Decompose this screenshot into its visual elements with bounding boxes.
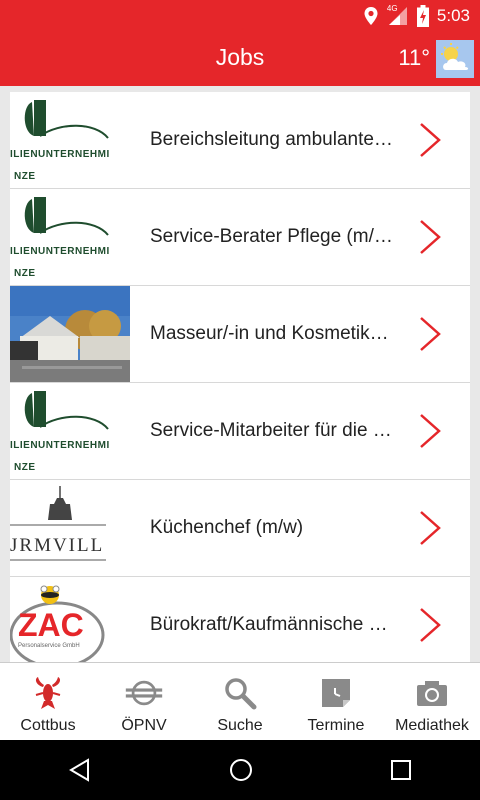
turmvilla-logo: JRMVILL <box>10 480 130 576</box>
crayfish-icon <box>28 675 68 711</box>
nav-label: Termine <box>307 717 365 734</box>
jobs-list[interactable]: ILIENUNTERNEHMI NZE Bereichsleitung ambu… <box>10 92 470 662</box>
camera-icon <box>412 675 452 711</box>
back-icon[interactable] <box>68 758 92 782</box>
nav-label: Mediathek <box>395 717 469 734</box>
network-type: 4G <box>386 4 398 13</box>
battery-icon <box>416 5 429 27</box>
familienunternehmen-logo: ILIENUNTERNEHMI NZE <box>10 92 130 188</box>
recents-icon[interactable] <box>390 759 412 781</box>
chevron-right-icon <box>420 317 441 351</box>
chevron-right-icon <box>420 608 441 642</box>
job-title: Service-Berater Pflege (m/… <box>150 226 393 247</box>
nav-item-cottbus[interactable]: Cottbus <box>0 663 96 740</box>
job-row[interactable]: ZAC Personalservice GmbH Bürokraft/Kaufm… <box>10 577 470 662</box>
nav-label: Cottbus <box>20 717 76 734</box>
nav-item-suche[interactable]: Suche <box>192 663 288 740</box>
app-bar: Jobs 11° <box>0 32 480 86</box>
zac-logo: ZAC Personalservice GmbH <box>10 577 130 662</box>
familienunternehmen-logo: ILIENUNTERNEHMI NZE <box>10 189 130 285</box>
clock: 5:03 <box>436 6 470 25</box>
job-title: Bürokraft/Kaufmännische … <box>150 614 388 635</box>
transit-icon <box>124 675 164 711</box>
chevron-right-icon <box>420 414 441 448</box>
chevron-right-icon <box>420 511 441 545</box>
job-title: Bereichsleitung ambulante… <box>150 129 393 150</box>
job-row[interactable]: ILIENUNTERNEHMI NZE Bereichsleitung ambu… <box>10 92 470 189</box>
home-icon[interactable] <box>229 758 253 782</box>
job-row[interactable]: ILIENUNTERNEHMI NZE Service-Berater Pfle… <box>10 189 470 286</box>
nav-item-termine[interactable]: Termine <box>288 663 384 740</box>
job-title: Masseur/-in und Kosmetik… <box>150 323 389 344</box>
familienunternehmen-logo: ILIENUNTERNEHMI NZE <box>10 383 130 479</box>
calendar-icon <box>316 675 356 711</box>
chevron-right-icon <box>420 220 441 254</box>
nav-item-opnv[interactable]: ÖPNV <box>96 663 192 740</box>
job-title: Service-Mitarbeiter für die … <box>150 420 392 441</box>
nav-label: Suche <box>217 717 263 734</box>
job-title: Küchenchef (m/w) <box>150 517 304 538</box>
temperature: 11° <box>398 45 430 70</box>
signal-icon: 4G <box>386 4 409 26</box>
partly-cloudy-icon[interactable] <box>436 40 474 78</box>
bottom-nav: Cottbus ÖPNV Suche Termine Mediathek <box>0 662 480 740</box>
job-row[interactable]: JRMVILL Küchenchef (m/w) <box>10 480 470 577</box>
nav-item-mediathek[interactable]: Mediathek <box>384 663 480 740</box>
job-row[interactable]: ILIENUNTERNEHMI NZE Service-Mitarbeiter … <box>10 383 470 480</box>
search-icon <box>220 675 260 711</box>
location-icon <box>364 7 378 25</box>
system-nav-bar <box>0 740 480 800</box>
hotel-photo <box>10 286 130 382</box>
nav-label: ÖPNV <box>121 717 167 734</box>
chevron-right-icon <box>420 123 441 157</box>
status-bar: 4G 5:03 <box>0 0 480 32</box>
job-row[interactable]: Masseur/-in und Kosmetik… <box>10 286 470 383</box>
